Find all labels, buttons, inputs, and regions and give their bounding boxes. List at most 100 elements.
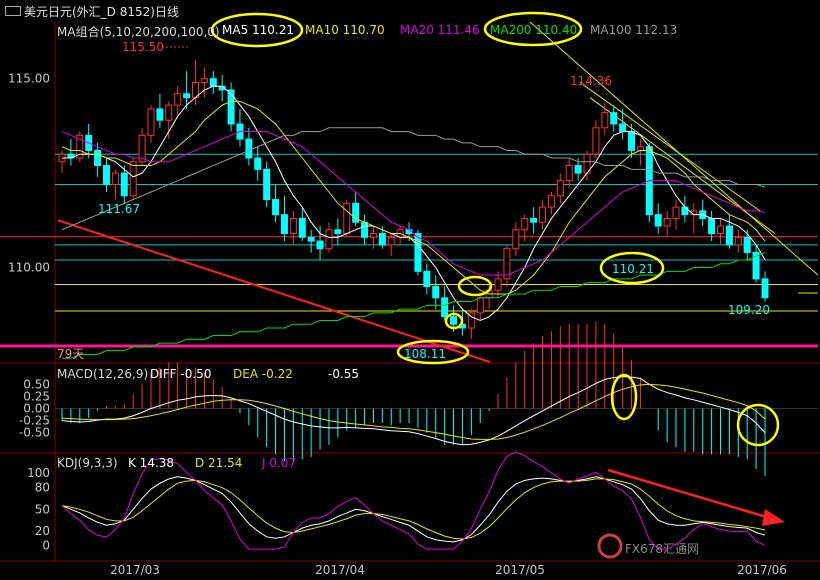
kdj-legend-item: K 14.38 [128, 456, 175, 470]
candle-up [494, 278, 502, 291]
candle-up [717, 225, 725, 235]
kdj-tick-label: 20 [35, 524, 50, 538]
red-arrow-head [762, 509, 785, 526]
candle-up [547, 195, 555, 208]
candle-down [423, 270, 431, 287]
date-tick-label: 2017/03 [110, 563, 160, 577]
resistance-trendline-3 [579, 82, 761, 212]
annotation-mid: 110.21 [612, 262, 654, 276]
ma-line-ma20 [61, 131, 766, 276]
candle-down [441, 297, 449, 318]
annotation-high-1: 115.50 [122, 40, 164, 54]
candle-down [263, 168, 271, 201]
candle-down [725, 225, 733, 246]
chart-title: 美元日元(外汇_D 8152)日线 [24, 5, 179, 19]
candle-up [601, 112, 609, 129]
annotation-days: 79天 [57, 347, 84, 361]
candle-down [378, 233, 386, 246]
candle-down [120, 172, 128, 197]
macd-legend-item: DIFF -0.50 [150, 367, 212, 381]
candle-up [636, 146, 644, 151]
candle-up [512, 229, 520, 250]
candle-down [628, 131, 636, 151]
candle-down [94, 149, 102, 167]
kdj-legend-item: D 21.54 [195, 456, 243, 470]
candle-up [565, 165, 573, 182]
price-tick-label: 115.00 [8, 72, 50, 86]
candle-down [307, 236, 315, 242]
candle-down [450, 316, 458, 325]
annotation-last: 109.20 [728, 303, 770, 317]
candle-up [672, 206, 680, 219]
highlight-circle [610, 373, 638, 421]
candle-down [156, 108, 164, 121]
annotation-high-2: 114.36 [570, 74, 612, 88]
panel-frames [0, 22, 820, 562]
candle-up [592, 127, 600, 155]
candle-down [743, 236, 751, 253]
candle-down [432, 285, 440, 299]
candle-up [174, 93, 182, 106]
candle-down [654, 214, 662, 227]
macd-dea-line [61, 383, 766, 440]
candle-down [298, 217, 306, 238]
kdj-tick-label: 100 [27, 466, 50, 480]
candle-up [369, 233, 377, 238]
candle-down [761, 278, 769, 299]
window-title-bar: 美元日元(外汇_D 8152)日线 [0, 0, 820, 22]
candle-up [289, 217, 297, 235]
macd-legend-item: DEA -0.22 [233, 367, 293, 381]
candle-down [183, 93, 191, 99]
date-tick-label: 2017/04 [315, 563, 365, 577]
date-tick-label: 2017/06 [737, 563, 787, 577]
axis-labels: 115.00110.000.500.250.00-0.25-0.50100805… [8, 72, 787, 577]
candle-down [316, 240, 324, 250]
candle-down [574, 165, 582, 174]
kdj-legend-item: KDJ(9,3,3) [57, 456, 118, 470]
red-arrow-shaft [607, 468, 771, 520]
candle-up [556, 180, 564, 197]
window-icon[interactable] [5, 6, 21, 16]
kdj-tick-label: 50 [35, 502, 50, 516]
ma-line-ma10 [61, 100, 766, 295]
candle-up [325, 229, 333, 250]
macd-diff-line [61, 376, 766, 446]
ma-legend-item: MA5 110.21 [222, 23, 294, 37]
candle-up [539, 206, 547, 223]
macd-legend-item: -0.55 [328, 367, 360, 381]
kdj-legend-item: J 0.07 [262, 456, 297, 470]
candle-up [387, 236, 395, 246]
date-tick-label: 2017/05 [495, 563, 545, 577]
candle-down [102, 165, 110, 185]
candle-down [361, 221, 369, 238]
candle-up [200, 78, 208, 83]
ma-legend-item: MA100 112.13 [590, 23, 678, 37]
candle-up [111, 172, 119, 185]
candle-up [343, 202, 351, 235]
stock-chart: 115.00110.000.500.250.00-0.25-0.50100805… [0, 11, 820, 577]
candle-down [245, 138, 253, 159]
ma-legend-item: MA200 110.40 [490, 23, 578, 37]
price-tick-label: 110.00 [8, 261, 50, 275]
ma-legend-item: MA10 110.70 [305, 23, 385, 37]
ma-line-ma5 [62, 85, 766, 321]
candle-down [610, 112, 618, 125]
candle-down [280, 214, 288, 235]
resistance-trendline-1 [529, 21, 819, 276]
candle-up [165, 104, 173, 121]
candle-down [209, 78, 217, 87]
kdj-tick-label: 0 [42, 539, 50, 553]
candlesticks [58, 59, 769, 339]
candle-up [147, 108, 155, 136]
kdj-d-line [61, 478, 766, 540]
macd-legend-item: MACD(12,26,9) [57, 367, 149, 381]
ma-legend-item: MA组合(5,10,20,200,100,0) [57, 25, 220, 39]
candle-down [254, 157, 262, 170]
candle-up [734, 236, 742, 246]
candle-down [227, 89, 235, 125]
candle-up [663, 217, 671, 227]
kdj-tick-label: 80 [35, 481, 50, 495]
candle-down [708, 217, 716, 235]
annotation-low-1: 111.67 [98, 202, 140, 216]
candle-up [129, 161, 137, 197]
